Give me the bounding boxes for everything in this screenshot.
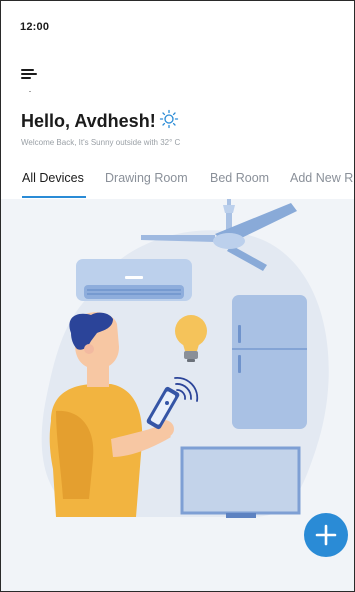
television <box>180 446 301 518</box>
status-time: 12:00 <box>20 21 50 33</box>
tab-drawing-room[interactable]: Drawing Room <box>105 171 188 185</box>
greeting-title: Hello, Avdhesh! <box>21 111 156 131</box>
active-tab-indicator <box>22 196 86 198</box>
plus-icon <box>315 524 337 546</box>
weather-subtitle: Welcome Back, It's Sunny outside with 32… <box>21 138 181 147</box>
refrigerator <box>232 295 307 429</box>
tab-all-devices[interactable]: All Devices <box>22 171 84 185</box>
tab-add-new-room[interactable]: Add New R <box>290 171 353 185</box>
air-conditioner <box>76 259 192 301</box>
tab-bed-room[interactable]: Bed Room <box>210 171 269 185</box>
header: 12:00 Hello, Avdhesh! Welcome Back, It's… <box>1 1 354 199</box>
sun-icon <box>159 109 179 129</box>
home-screen: 12:00 Hello, Avdhesh! Welcome Back, It's… <box>0 0 355 592</box>
menu-button[interactable] <box>18 61 42 92</box>
room-tabs: All Devices Drawing Room Bed Room Add Ne… <box>1 169 354 199</box>
add-device-button[interactable] <box>304 513 348 557</box>
smart-home-illustration <box>41 199 329 518</box>
